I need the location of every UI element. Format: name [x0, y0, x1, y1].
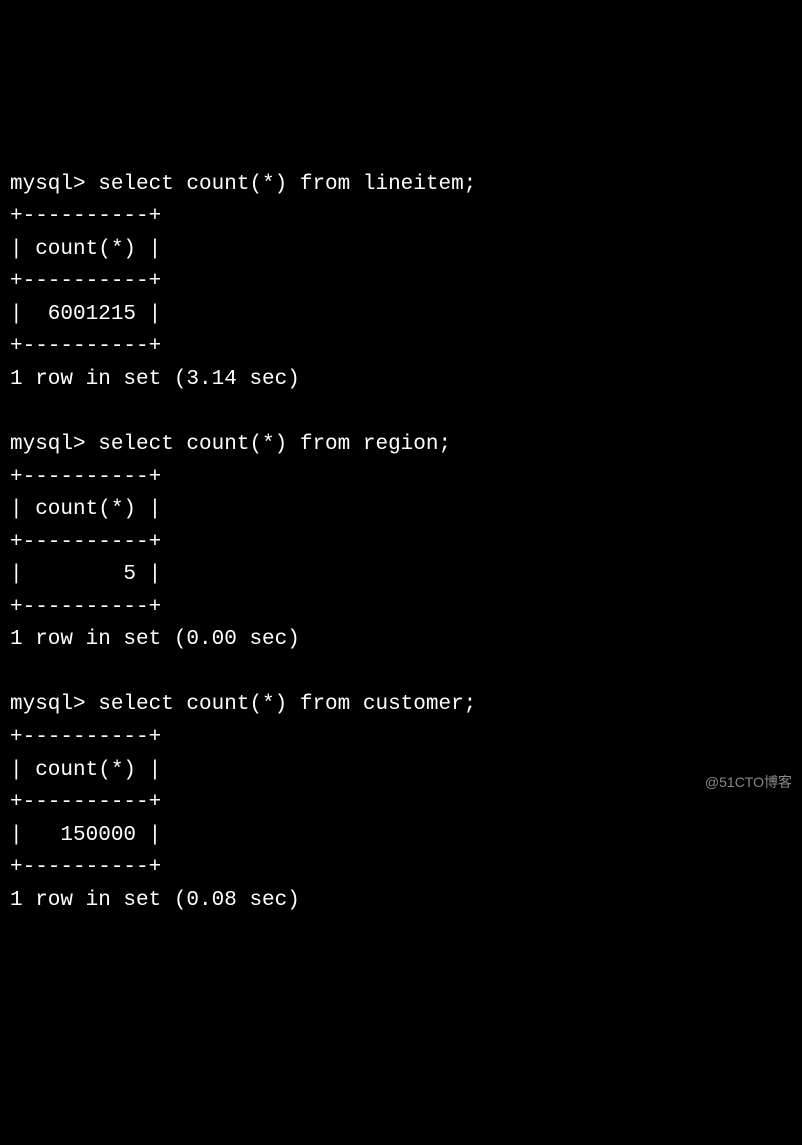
table-border: +----------+ [10, 791, 161, 814]
mysql-prompt: mysql> [10, 693, 98, 716]
query-block-3: mysql> select count(*) from customer; +-… [10, 693, 476, 911]
result-summary: 1 row in set (3.14 sec) [10, 368, 300, 391]
result-summary: 1 row in set (0.00 sec) [10, 628, 300, 651]
mysql-prompt: mysql> [10, 173, 98, 196]
table-row: | 5 | [10, 563, 161, 586]
table-border: +----------+ [10, 270, 161, 293]
table-row: | 150000 | [10, 824, 161, 847]
table-border: +----------+ [10, 596, 161, 619]
sql-command: select count(*) from region; [98, 433, 451, 456]
table-header: | count(*) | [10, 759, 161, 782]
sql-command: select count(*) from lineitem; [98, 173, 476, 196]
mysql-prompt: mysql> [10, 433, 98, 456]
table-border: +----------+ [10, 466, 161, 489]
query-block-1: mysql> select count(*) from lineitem; +-… [10, 173, 476, 391]
table-header: | count(*) | [10, 238, 161, 261]
watermark: @51CTO博客 [705, 772, 792, 794]
table-border: +----------+ [10, 726, 161, 749]
table-border: +----------+ [10, 531, 161, 554]
table-border: +----------+ [10, 856, 161, 879]
result-summary: 1 row in set (0.08 sec) [10, 889, 300, 912]
terminal-output: mysql> select count(*) from lineitem; +-… [10, 136, 792, 917]
table-border: +----------+ [10, 335, 161, 358]
table-border: +----------+ [10, 205, 161, 228]
table-row: | 6001215 | [10, 303, 161, 326]
sql-command: select count(*) from customer; [98, 693, 476, 716]
table-header: | count(*) | [10, 498, 161, 521]
query-block-2: mysql> select count(*) from region; +---… [10, 433, 451, 651]
